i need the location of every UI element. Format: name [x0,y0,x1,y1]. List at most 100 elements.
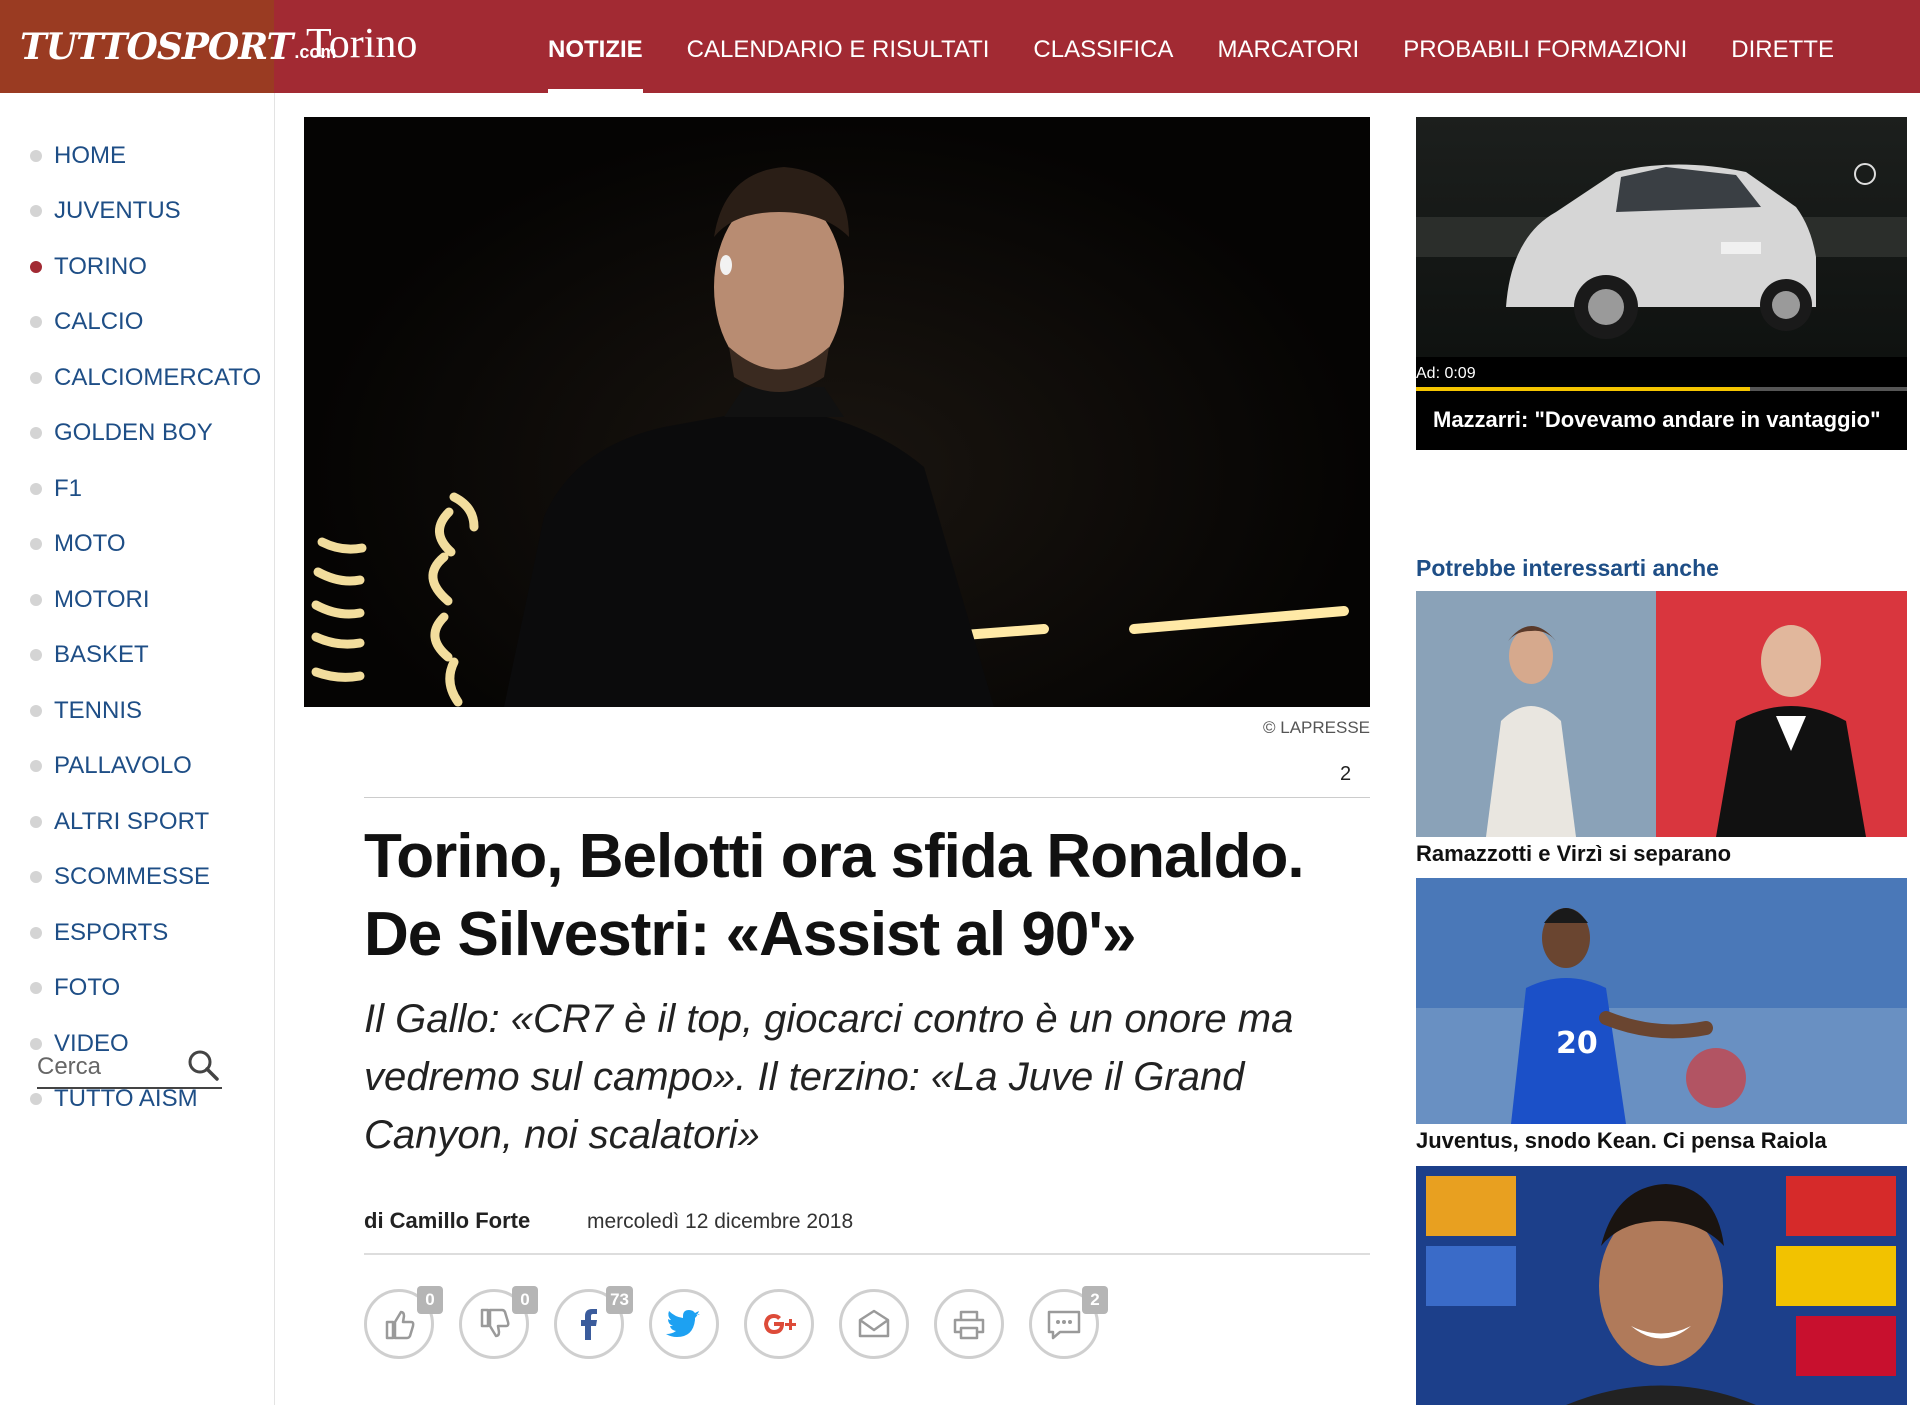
sidebar-item-scommesse[interactable]: SCOMMESSE [30,859,210,895]
related-photo-1 [1416,591,1907,837]
like-count: 0 [417,1286,443,1314]
bullet-icon [30,871,42,883]
sidebar-item-foto[interactable]: FOTO [30,970,120,1006]
email-share-button[interactable] [839,1289,909,1359]
video-title[interactable]: Mazzarri: "Dovevamo andare in vantaggio" [1433,407,1881,433]
comments-count: 2 [1082,1286,1108,1314]
bullet-icon [30,483,42,495]
hero-photo-illustration [311,167,1349,707]
section-title[interactable]: Torino [306,20,417,68]
email-icon [858,1309,890,1338]
print-button[interactable] [934,1289,1004,1359]
article-byline[interactable]: di Camillo Forte [364,1208,530,1234]
sidebar-item-label: TUTTO AISM [54,1085,198,1112]
sidebar-item-torino[interactable]: TORINO [30,249,147,285]
svg-text:20: 20 [1556,1026,1598,1061]
sidebar-item-esports[interactable]: ESPORTS [30,915,168,951]
site-logo[interactable]: TUTTOSPORT .com [0,0,336,93]
sidebar-item-tennis[interactable]: TENNIS [30,693,142,729]
ad-timer: Ad: 0:09 [1416,365,1476,382]
bullet-icon [30,150,42,162]
related-image[interactable]: 20 [1416,878,1907,1124]
thumbs-up-icon [385,1310,415,1340]
bullet-icon [30,261,42,273]
related-card-2[interactable]: 20 Juventus, snodo Kean. Ci pensa Raiola [1416,878,1907,1154]
bullet-icon [30,538,42,550]
comment-icon [1047,1310,1081,1340]
nav-notizie[interactable]: NOTIZIE [548,0,643,93]
sidebar-item-label: ESPORTS [54,919,169,946]
sidebar-item-label: BASKET [54,641,149,668]
sidebar-item-golden-boy[interactable]: GOLDEN BOY [30,415,213,451]
twitter-share-button[interactable] [649,1289,719,1359]
search-icon[interactable] [186,1048,220,1082]
related-photo-3 [1416,1166,1907,1405]
sidebar-item-home[interactable]: HOME [30,138,126,174]
sidebar-item-calcio[interactable]: CALCIO [30,304,143,340]
top-nav: NOTIZIE CALENDARIO E RISULTATI CLASSIFIC… [548,0,1878,93]
ad-progress-bar [1416,387,1907,391]
google-plus-share-button[interactable] [744,1289,814,1359]
print-icon [953,1310,985,1340]
article-date: mercoledì 12 dicembre 2018 [587,1210,854,1233]
nav-probabili-formazioni[interactable]: PROBABILI FORMAZIONI [1403,0,1687,93]
nav-calendario[interactable]: CALENDARIO E RISULTATI [687,0,990,93]
bullet-icon [30,760,42,772]
search-input[interactable] [37,1047,187,1081]
related-card-1[interactable]: Ramazzotti e Virzì si separano [1416,591,1907,867]
like-button[interactable]: 0 [364,1286,443,1359]
twitter-icon [666,1310,700,1337]
bullet-icon [30,594,42,606]
bullet-icon [30,649,42,661]
sidebar-item-label: JUVENTUS [54,197,181,224]
facebook-share-button[interactable]: 73 [554,1286,633,1359]
headline-line-1: Torino, Belotti ora sfida Ronaldo. [364,822,1305,891]
bullet-icon [30,982,42,994]
related-image[interactable] [1416,591,1907,837]
sidebar-item-label: MOTO [54,530,126,557]
sidebar-item-basket[interactable]: BASKET [30,637,149,673]
article-headline: Torino, Belotti ora sfida Ronaldo. De Si… [364,818,1374,974]
sidebar-item-f1[interactable]: F1 [30,471,82,507]
comments-button[interactable]: 2 [1029,1286,1108,1359]
dislike-button[interactable]: 0 [459,1286,538,1359]
video-frame[interactable] [1416,117,1907,357]
sidebar-item-moto[interactable]: MOTO [30,526,126,562]
related-image[interactable] [1416,1166,1907,1405]
comment-count[interactable]: 2 [1340,763,1351,786]
photo-credit: © LAPRESSE [1262,718,1370,737]
google-plus-icon [764,1314,796,1334]
bullet-icon [30,427,42,439]
video-player[interactable]: Ad: 0:09 Mazzarri: "Dovevamo andare in v… [1416,117,1907,450]
sidebar-item-pallavolo[interactable]: PALLAVOLO [30,748,192,784]
sidebar-item-altri-sport[interactable]: ALTRI SPORT [30,804,209,840]
related-heading: Potrebbe interessarti anche [1416,555,1719,581]
bullet-icon [30,816,42,828]
bullet-icon [30,1093,42,1105]
sidebar-item-label: HOME [54,142,126,169]
article-subtitle: Il Gallo: «CR7 è il top, giocarci contro… [364,997,1294,1157]
dislike-count: 0 [512,1286,538,1314]
sidebar-item-label: F1 [54,475,83,502]
related-title[interactable]: Juventus, snodo Kean. Ci pensa Raiola [1416,1128,1907,1154]
bullet-icon [30,705,42,717]
ad-progress-fill [1416,387,1750,391]
related-card-3[interactable] [1416,1166,1907,1405]
nav-marcatori[interactable]: MARCATORI [1217,0,1359,93]
logo-text: TUTTOSPORT [20,25,293,68]
sidebar-item-motori[interactable]: MOTORI [30,582,150,618]
sidebar-item-label: MOTORI [54,586,150,613]
related-title[interactable]: Ramazzotti e Virzì si separano [1416,841,1907,867]
bullet-icon [30,316,42,328]
nav-dirette[interactable]: DIRETTE [1731,0,1834,93]
divider [364,797,1370,798]
hero-photo [304,117,1370,707]
video-thumbnail [1416,163,1907,339]
bullet-icon [30,927,42,939]
sidebar-item-juventus[interactable]: JUVENTUS [30,193,181,229]
divider [364,1253,1370,1255]
sidebar-item-label: FOTO [54,974,121,1001]
sidebar-item-calciomercato[interactable]: CALCIOMERCATO [30,360,261,396]
nav-classifica[interactable]: CLASSIFICA [1033,0,1173,93]
sidebar-item-label: GOLDEN BOY [54,419,213,446]
